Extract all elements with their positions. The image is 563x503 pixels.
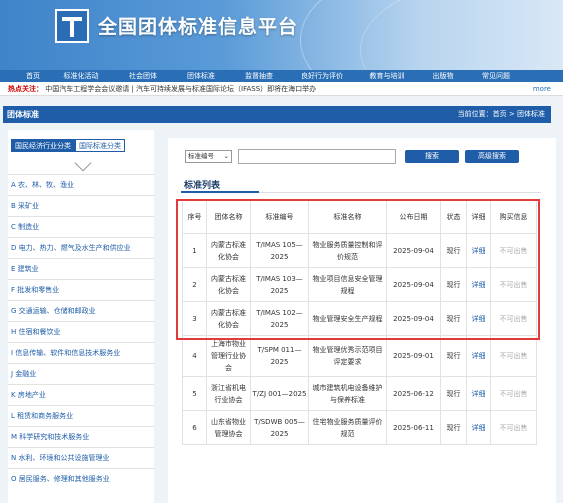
sidebar-item[interactable]: E 建筑业 (8, 258, 154, 279)
tab-international-classification[interactable]: 国际标准分类 (75, 139, 125, 152)
nav-evaluation[interactable]: 良好行为评价 (288, 70, 356, 82)
detail-link[interactable]: 详细 (466, 410, 491, 445)
sidebar-item[interactable]: I 信息传输、软件和信息技术服务业 (8, 342, 154, 363)
nav-training[interactable]: 教育与培训 (356, 70, 418, 82)
search-input[interactable] (238, 149, 396, 164)
cell-group: 上海市物业管理行业协会 (206, 335, 251, 377)
cell-code: T/ZJ 001—2025 (250, 376, 309, 411)
list-title: 标准列表 (184, 181, 221, 191)
hot-news-link[interactable]: 中国汽车工程学会会议邀请 | 汽车可持续发展与标准国际论坛（IFASS）即将在海… (45, 85, 316, 93)
chevron-down-icon[interactable] (74, 154, 92, 172)
cell-index: 4 (182, 335, 207, 377)
sidebar-item[interactable]: J 金融业 (8, 363, 154, 384)
sidebar-tabs: 国民经济行业分类 国际标准分类 (11, 139, 125, 152)
nav-standardization[interactable]: 标准化活动 (48, 70, 114, 82)
nav-inspection[interactable]: 监督抽查 (230, 70, 288, 82)
table-row: 6 山东省物业管理协会 T/SDWB 005—2025 住宅物业服务质量评价规范… (182, 410, 537, 445)
sidebar: 国民经济行业分类 国际标准分类 A 农、林、牧、渔业 B 采矿业 C 制造业 D… (8, 130, 154, 503)
nav-groups[interactable]: 社会团体 (114, 70, 172, 82)
breadcrumb[interactable]: 当前位置：首页 > 团体标准 (458, 106, 545, 123)
sidebar-item[interactable]: L 租赁和商务服务业 (8, 405, 154, 426)
banner-decoration (360, 0, 563, 70)
cell-name: 城市建筑机电设备维护与保养标准 (308, 376, 387, 411)
cell-code: T/SDWB 005—2025 (250, 410, 309, 445)
search-field-value: 标准编号 (188, 152, 214, 160)
detail-link[interactable]: 详细 (466, 335, 491, 377)
cell-purchase: 不可出售 (490, 335, 537, 377)
cell-date: 2025-06-11 (386, 410, 441, 445)
sidebar-item[interactable]: G 交通运输、仓储和邮政业 (8, 300, 154, 321)
sidebar-item[interactable]: A 农、林、牧、渔业 (8, 174, 154, 195)
table-row: 4 上海市物业管理行业协会 T/SPM 011—2025 物业管理优秀示范项目评… (182, 335, 537, 377)
chevron-down-icon: ⌄ (223, 152, 229, 160)
sidebar-item[interactable]: D 电力、热力、燃气及水生产和供应业 (8, 237, 154, 258)
sidebar-item[interactable]: N 水利、环境和公共设施管理业 (8, 447, 154, 468)
cell-name: 住宅物业服务质量评价规范 (308, 410, 387, 445)
cell-date: 2025-06-12 (386, 376, 441, 411)
sidebar-item[interactable]: K 房地产业 (8, 384, 154, 405)
cell-status: 现行 (440, 376, 467, 411)
cell-purchase: 不可出售 (490, 410, 537, 445)
more-link[interactable]: more (533, 82, 551, 96)
cell-purchase: 不可出售 (490, 376, 537, 411)
cell-status: 现行 (440, 410, 467, 445)
cell-code: T/SPM 011—2025 (250, 335, 309, 377)
sidebar-item[interactable]: O 居民服务、修理和其他服务业 (8, 468, 154, 489)
sidebar-item[interactable]: H 住宿和餐饮业 (8, 321, 154, 342)
hot-label: 热点关注： (8, 85, 43, 93)
search-field-select[interactable]: 标准编号 ⌄ (185, 150, 232, 163)
table-row: 5 浙江省机电行业协会 T/ZJ 001—2025 城市建筑机电设备维护与保养标… (182, 376, 537, 411)
highlight-box (176, 199, 540, 340)
section-title: 团体标准 (7, 110, 39, 119)
nav-publications[interactable]: 出版物 (418, 70, 468, 82)
cell-group: 浙江省机电行业协会 (206, 376, 251, 411)
nav-faq[interactable]: 常见问题 (468, 70, 524, 82)
cell-group: 山东省物业管理协会 (206, 410, 251, 445)
cell-index: 5 (182, 376, 207, 411)
main-nav: 首页 标准化活动 社会团体 团体标准 监督抽查 良好行为评价 教育与培训 出版物… (0, 70, 563, 82)
detail-link[interactable]: 详细 (466, 376, 491, 411)
cell-name: 物业管理优秀示范项目评定要求 (308, 335, 387, 377)
site-logo-icon[interactable] (55, 9, 89, 43)
site-title: 全国团体标准信息平台 (98, 16, 299, 38)
sidebar-list: A 农、林、牧、渔业 B 采矿业 C 制造业 D 电力、热力、燃气及水生产和供应… (8, 174, 154, 489)
search-button[interactable]: 搜索 (405, 150, 459, 163)
cell-date: 2025-09-01 (386, 335, 441, 377)
header-banner: 全国团体标准信息平台 (0, 0, 563, 70)
tab-industry-classification[interactable]: 国民经济行业分类 (11, 139, 75, 152)
sidebar-item[interactable]: F 批发和零售业 (8, 279, 154, 300)
section-bar: 团体标准 当前位置：首页 > 团体标准 (3, 106, 551, 123)
divider (181, 191, 259, 193)
sidebar-item[interactable]: C 制造业 (8, 216, 154, 237)
nav-home[interactable]: 首页 (18, 70, 48, 82)
advanced-search-button[interactable]: 高级搜索 (465, 150, 519, 163)
cell-index: 6 (182, 410, 207, 445)
cell-status: 现行 (440, 335, 467, 377)
sidebar-item[interactable]: M 科学研究和技术服务业 (8, 426, 154, 447)
nav-group-standards[interactable]: 团体标准 (172, 70, 230, 82)
sidebar-item[interactable]: B 采矿业 (8, 195, 154, 216)
hot-news-bar: 热点关注： 中国汽车工程学会会议邀请 | 汽车可持续发展与标准国际论坛（IFAS… (0, 82, 563, 96)
